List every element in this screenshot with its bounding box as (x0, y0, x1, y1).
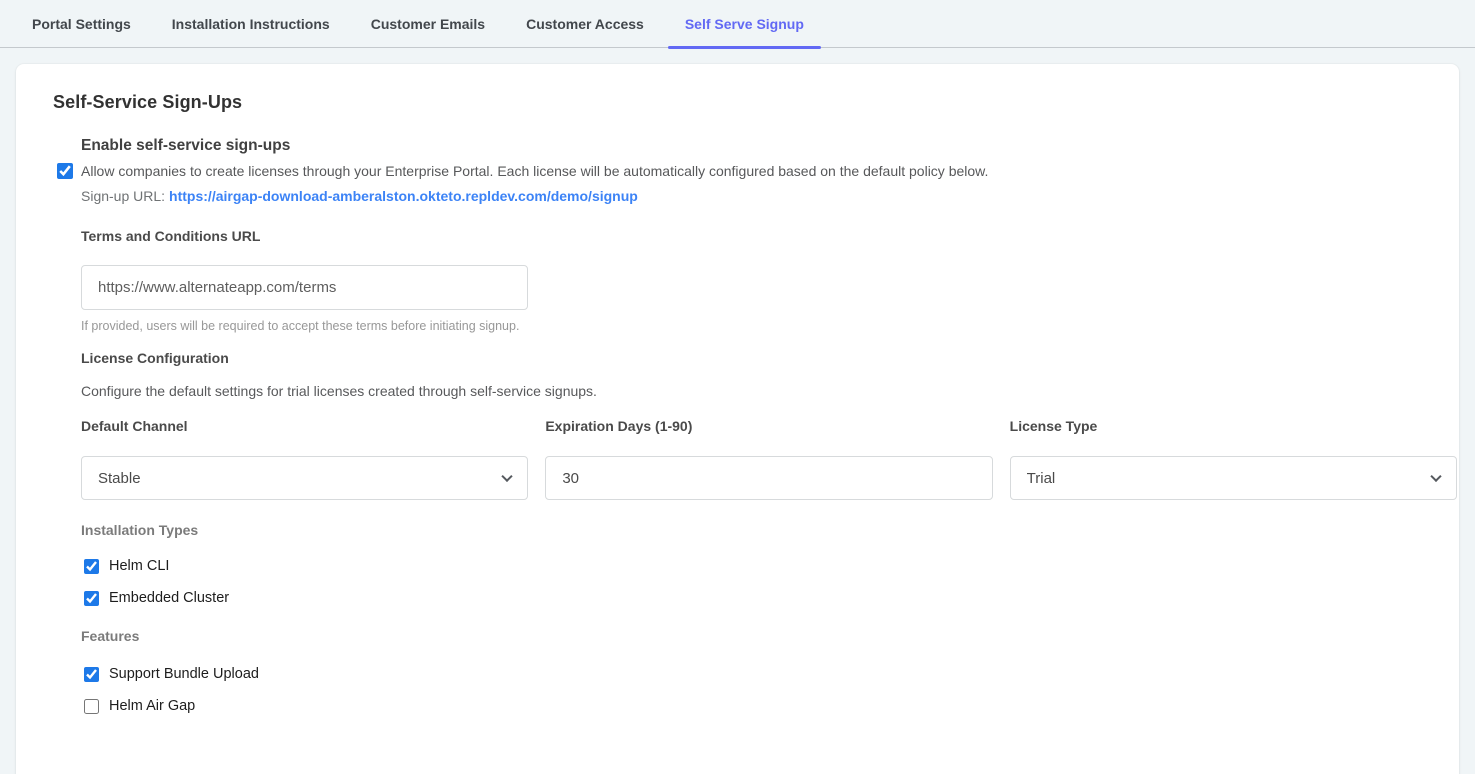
expiration-days-field: Expiration Days (1-90) (545, 418, 992, 500)
embedded-cluster-checkbox[interactable] (84, 591, 99, 606)
license-type-select[interactable]: Trial (1010, 456, 1457, 500)
license-config-fields: Default Channel Stable Expiration Days (… (81, 418, 1457, 500)
helm-air-gap-label[interactable]: Helm Air Gap (109, 698, 195, 714)
tab-label: Portal Settings (32, 16, 131, 32)
feature-row: Helm Air Gap (84, 690, 1441, 722)
tab-installation-instructions[interactable]: Installation Instructions (155, 0, 347, 47)
tab-label: Customer Emails (371, 16, 485, 32)
enable-signups-description: Allow companies to create licenses throu… (81, 163, 988, 179)
terms-url-label: Terms and Conditions URL (81, 228, 1441, 244)
installation-types-heading: Installation Types (81, 522, 1441, 538)
installation-type-row: Embedded Cluster (84, 582, 1441, 614)
tab-customer-emails[interactable]: Customer Emails (354, 0, 502, 47)
support-bundle-upload-checkbox[interactable] (84, 667, 99, 682)
enable-signups-row: Allow companies to create licenses throu… (57, 163, 1441, 179)
expiration-days-input[interactable] (545, 456, 992, 500)
license-configuration-heading: License Configuration (81, 350, 1441, 366)
default-channel-select[interactable]: Stable (81, 456, 528, 500)
features-heading: Features (81, 628, 1441, 644)
enable-signups-heading: Enable self-service sign-ups (81, 137, 1441, 155)
terms-url-helper-text: If provided, users will be required to a… (81, 319, 1441, 333)
tab-self-serve-signup[interactable]: Self Serve Signup (668, 0, 821, 47)
page-title: Self-Service Sign-Ups (53, 92, 1441, 113)
license-configuration-description: Configure the default settings for trial… (81, 383, 1441, 399)
terms-url-input[interactable] (81, 265, 528, 310)
support-bundle-upload-label[interactable]: Support Bundle Upload (109, 666, 259, 682)
tab-label: Installation Instructions (172, 16, 330, 32)
feature-row: Support Bundle Upload (84, 658, 1441, 690)
tab-label: Self Serve Signup (685, 16, 804, 32)
tab-label: Customer Access (526, 16, 644, 32)
expiration-days-label: Expiration Days (1-90) (545, 418, 992, 434)
helm-cli-label[interactable]: Helm CLI (109, 558, 169, 574)
tab-bar: Portal Settings Installation Instruction… (0, 0, 1475, 48)
default-channel-field: Default Channel Stable (81, 418, 528, 500)
tab-customer-access[interactable]: Customer Access (509, 0, 661, 47)
self-serve-signup-panel: Self-Service Sign-Ups Enable self-servic… (16, 64, 1459, 774)
enable-signups-checkbox[interactable] (57, 163, 73, 179)
installation-type-row: Helm CLI (84, 550, 1441, 582)
embedded-cluster-label[interactable]: Embedded Cluster (109, 590, 229, 606)
license-type-label: License Type (1010, 418, 1457, 434)
license-type-field: License Type Trial (1010, 418, 1457, 500)
signup-url-label: Sign-up URL: (81, 188, 165, 204)
signup-url-link[interactable]: https://airgap-download-amberalston.okte… (169, 188, 638, 204)
signup-url-line: Sign-up URL:https://airgap-download-ambe… (81, 188, 1441, 204)
helm-air-gap-checkbox[interactable] (84, 699, 99, 714)
default-channel-label: Default Channel (81, 418, 528, 434)
helm-cli-checkbox[interactable] (84, 559, 99, 574)
tab-portal-settings[interactable]: Portal Settings (15, 0, 148, 47)
